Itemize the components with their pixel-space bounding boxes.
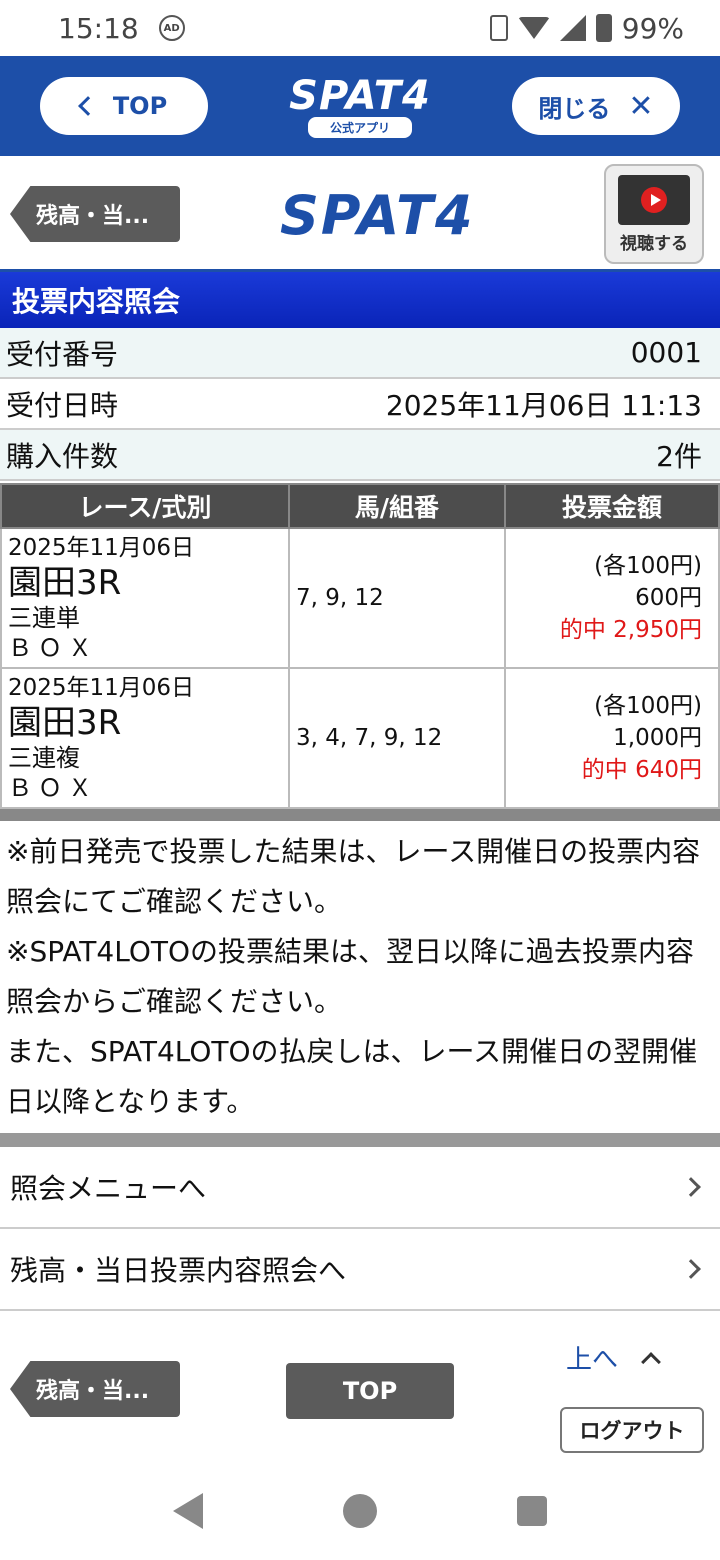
footer-top-button[interactable]: TOP	[286, 1363, 454, 1419]
hit-amount: 的中 640円	[581, 757, 702, 783]
bet-box: ＢＯＸ	[8, 774, 98, 802]
bet-type: 三連複	[8, 744, 80, 772]
total-amount: 600円	[635, 585, 702, 611]
app-logo-sub: 公式アプリ	[307, 116, 412, 138]
receipt-number-value: 0001	[630, 336, 702, 369]
inquiry-menu-link[interactable]: 照会メニューへ	[0, 1147, 720, 1229]
purchase-count-label: 購入件数	[6, 439, 119, 473]
race-venue: 園田3R	[8, 703, 122, 743]
top-button-label: TOP	[112, 92, 168, 120]
bet-box: ＢＯＸ	[8, 634, 98, 662]
logout-button[interactable]: ログアウト	[560, 1407, 704, 1453]
app-header: TOP SPAT4 公式アプリ 閉じる ✕	[0, 56, 720, 156]
nav-recent-icon[interactable]	[517, 1496, 547, 1526]
race-cell: 2025年11月06日 園田3R 三連単 ＢＯＸ	[0, 527, 290, 669]
table-header: レース/式別 馬/組番 投票金額	[0, 483, 720, 529]
table-row: 2025年11月06日 園田3R 三連複 ＢＯＸ 3, 4, 7, 9, 12 …	[0, 667, 720, 809]
scroll-up-label: 上へ	[566, 1345, 619, 1375]
close-button-label: 閉じる	[538, 94, 611, 123]
unit-amount: (各100円)	[594, 693, 702, 719]
watch-button[interactable]: 視聴する	[604, 164, 704, 264]
race-date: 2025年11月06日	[8, 675, 195, 701]
unit-amount: (各100円)	[594, 553, 702, 579]
back-balance-button[interactable]: 残高・当...	[10, 186, 180, 242]
chevron-left-icon	[77, 96, 98, 116]
header-amount: 投票金額	[504, 483, 720, 529]
close-button[interactable]: 閉じる ✕	[511, 77, 680, 135]
purchase-count-value: 2件	[656, 439, 702, 473]
receipt-number-row: 受付番号 0001	[0, 328, 720, 379]
amount-cell: (各100円) 600円 的中 2,950円	[504, 527, 720, 669]
receipt-number-label: 受付番号	[6, 337, 119, 371]
horse-numbers: 7, 9, 12	[288, 527, 506, 669]
chevron-right-icon	[681, 1259, 701, 1279]
note-loto-results: ※SPAT4LOTOの投票結果は、翌日以降に過去投票内容照会からご確認ください。	[6, 935, 695, 1018]
signal-icon	[559, 15, 586, 41]
battery-percent: 99%	[621, 11, 684, 45]
site-header: 残高・当... SPAT4 視聴する	[0, 156, 720, 272]
balance-inquiry-link[interactable]: 残高・当日投票内容照会へ	[0, 1229, 720, 1311]
bet-type: 三連単	[8, 604, 80, 632]
race-venue: 園田3R	[8, 563, 122, 603]
wifi-icon	[517, 17, 550, 39]
app-logo: SPAT4 公式アプリ	[289, 75, 431, 138]
footer: 残高・当... TOP 上へ ログアウト	[0, 1311, 720, 1461]
video-icon	[618, 174, 690, 225]
vibrate-icon	[489, 15, 508, 41]
hit-amount: 的中 2,950円	[559, 617, 702, 643]
bet-table: レース/式別 馬/組番 投票金額 2025年11月06日 園田3R 三連単 ＢＯ…	[0, 483, 720, 809]
scroll-up-link[interactable]: 上へ	[566, 1339, 661, 1376]
app-logo-text: SPAT4	[289, 72, 431, 119]
status-time: 15:18	[58, 11, 139, 45]
inquiry-menu-label: 照会メニューへ	[10, 1172, 207, 1205]
header-horses: 馬/組番	[288, 483, 506, 529]
top-button[interactable]: TOP	[40, 77, 208, 135]
receipt-datetime-value: 2025年11月06日 11:13	[385, 388, 702, 422]
receipt-datetime-label: 受付日時	[6, 388, 119, 422]
divider	[0, 1133, 720, 1147]
close-icon: ✕	[628, 88, 654, 124]
balance-inquiry-label: 残高・当日投票内容照会へ	[10, 1254, 347, 1287]
amount-cell: (各100円) 1,000円 的中 640円	[504, 667, 720, 809]
receipt-datetime-row: 受付日時 2025年11月06日 11:13	[0, 379, 720, 430]
site-logo[interactable]: SPAT4	[280, 184, 475, 247]
total-amount: 1,000円	[613, 725, 702, 751]
header-race: レース/式別	[0, 483, 290, 529]
status-bar: 15:18 AD 99%	[0, 0, 720, 56]
nav-back-icon[interactable]	[173, 1493, 203, 1529]
system-nav-bar	[0, 1462, 720, 1560]
divider	[0, 809, 720, 821]
purchase-count-row: 購入件数 2件	[0, 430, 720, 481]
watch-label: 視聴する	[620, 233, 688, 254]
footer-back-button[interactable]: 残高・当...	[10, 1361, 180, 1417]
battery-icon	[595, 14, 612, 42]
chevron-up-icon	[641, 1351, 661, 1372]
ad-icon: AD	[158, 15, 185, 41]
note-loto-payout: また、SPAT4LOTOの払戻しは、レース開催日の翌開催日以降となります。	[6, 1035, 698, 1118]
table-row: 2025年11月06日 園田3R 三連単 ＢＯＸ 7, 9, 12 (各100円…	[0, 527, 720, 669]
note-previous-day: ※前日発売で投票した結果は、レース開催日の投票内容照会にてご確認ください。	[6, 835, 701, 918]
race-date: 2025年11月06日	[8, 535, 195, 561]
race-cell: 2025年11月06日 園田3R 三連複 ＢＯＸ	[0, 667, 290, 809]
horse-numbers: 3, 4, 7, 9, 12	[288, 667, 506, 809]
page-title: 投票内容照会	[0, 272, 720, 328]
notes: ※前日発売で投票した結果は、レース開催日の投票内容照会にてご確認ください。 ※S…	[0, 821, 720, 1133]
nav-home-icon[interactable]	[343, 1494, 377, 1528]
chevron-right-icon	[681, 1177, 701, 1197]
